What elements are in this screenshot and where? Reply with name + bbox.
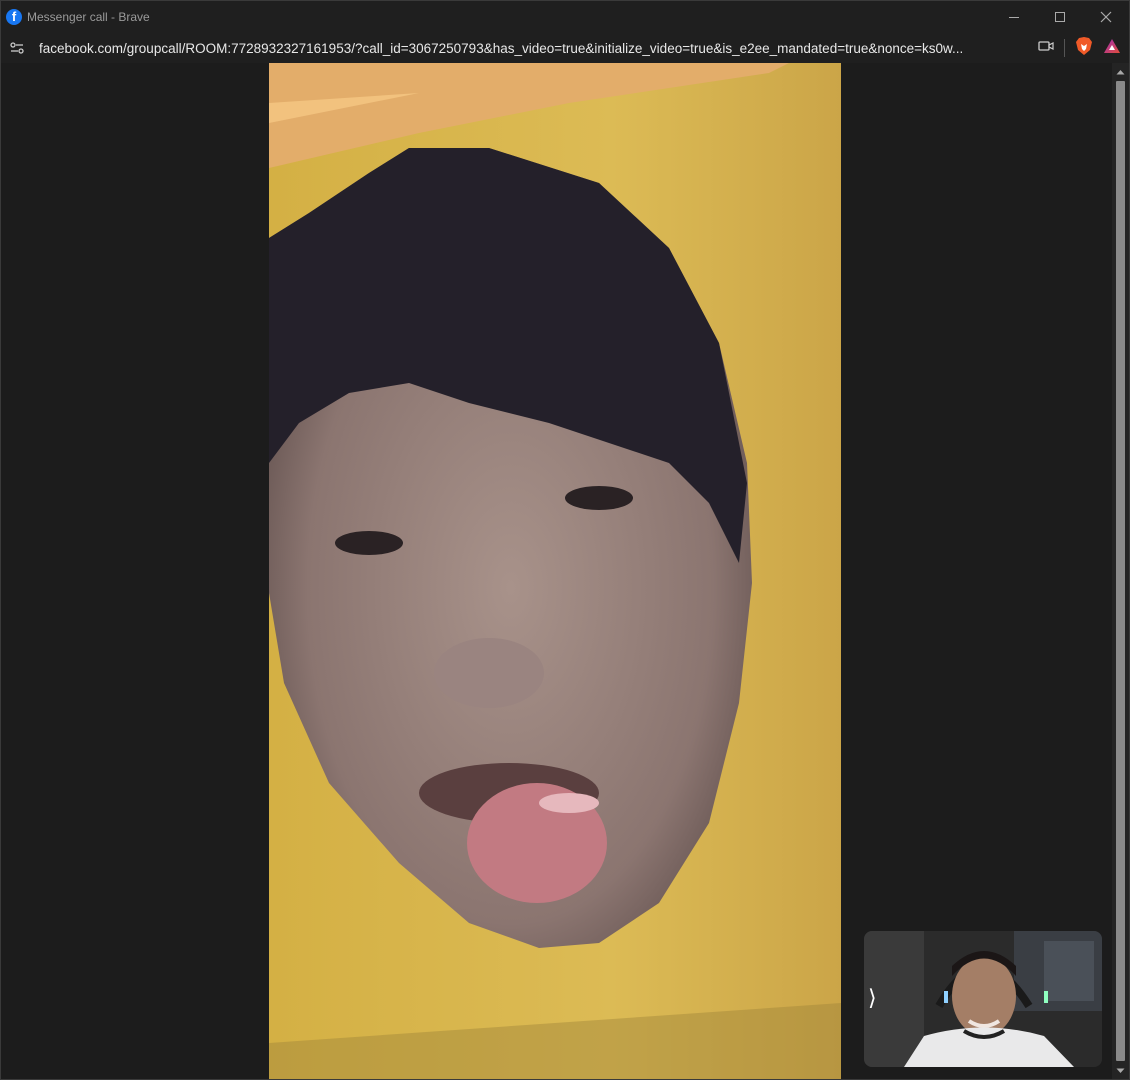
window-title: Messenger call - Brave [27,10,150,24]
brave-lion-icon [1076,36,1092,55]
vertical-scrollbar[interactable] [1112,63,1129,1079]
minimize-icon [1009,17,1019,18]
remote-participant-video [269,63,841,1079]
browser-window: f Messenger call - Brave facebook.com/gr… [0,0,1130,1080]
url-field[interactable]: facebook.com/groupcall/ROOM:772893232716… [39,41,999,56]
facebook-icon: f [6,9,22,25]
close-icon [1100,11,1112,23]
maximize-icon [1055,12,1065,22]
self-view-frame [864,931,1102,1067]
scroll-up-button[interactable] [1112,63,1129,80]
caret-down-icon [1116,1068,1125,1073]
video-camera-icon [1038,40,1054,51]
address-bar-actions [1038,33,1121,63]
title-bar: f Messenger call - Brave [1,1,1129,33]
window-controls [991,1,1129,33]
maximize-button[interactable] [1037,1,1083,33]
caret-up-icon [1116,69,1125,74]
address-bar: facebook.com/groupcall/ROOM:772893232716… [1,33,1129,63]
divider [1064,39,1065,57]
site-settings-icon [10,42,24,54]
scroll-down-button[interactable] [1112,1062,1129,1079]
remote-video-frame [269,63,841,1079]
close-button[interactable] [1083,1,1129,33]
rewards-triangle-icon [1104,38,1120,53]
minimize-button[interactable] [991,1,1037,33]
brave-rewards-button[interactable] [1103,38,1121,59]
expand-chevron-icon[interactable]: ⟩ [868,981,882,1017]
site-info-button[interactable] [1,33,33,63]
camera-in-use-button[interactable] [1038,39,1054,58]
brave-shields-button[interactable] [1075,36,1093,61]
scrollbar-thumb[interactable] [1116,81,1125,1061]
self-view-video[interactable]: ⟩ [864,931,1102,1067]
call-stage: ⟩ [1,63,1112,1079]
